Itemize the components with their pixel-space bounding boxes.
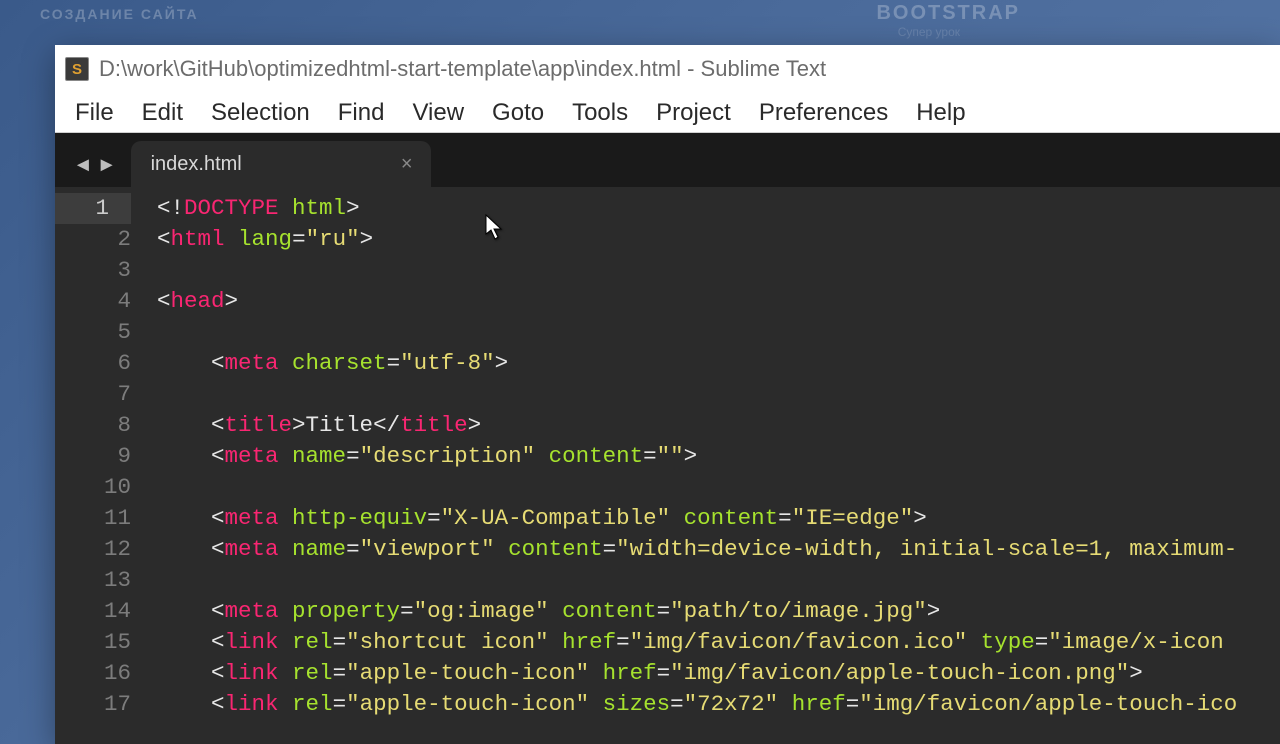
- code-line[interactable]: [153, 317, 1280, 348]
- line-number: 9: [55, 441, 131, 472]
- line-number: 12: [55, 534, 131, 565]
- code-line[interactable]: <html lang="ru">: [153, 224, 1280, 255]
- menu-bar: File Edit Selection Find View Goto Tools…: [55, 93, 1280, 133]
- menu-help[interactable]: Help: [902, 95, 979, 131]
- code-line[interactable]: <meta name="description" content="">: [153, 441, 1280, 472]
- background-text-right: BOOTSTRAP: [876, 2, 1020, 25]
- line-number: 17: [55, 689, 131, 720]
- menu-find[interactable]: Find: [324, 95, 399, 131]
- menu-edit[interactable]: Edit: [128, 95, 197, 131]
- code-line[interactable]: <!DOCTYPE html>: [153, 193, 1280, 224]
- tab-index-html[interactable]: index.html ×: [131, 141, 431, 187]
- code-line[interactable]: [153, 472, 1280, 503]
- line-number: 10: [55, 472, 131, 503]
- app-icon: S: [65, 57, 89, 81]
- code-line[interactable]: <link rel="shortcut icon" href="img/favi…: [153, 627, 1280, 658]
- line-number: 2: [55, 224, 131, 255]
- code-line[interactable]: <title>Title</title>: [153, 410, 1280, 441]
- tab-label: index.html: [151, 153, 242, 176]
- window-titlebar[interactable]: S D:\work\GitHub\optimizedhtml-start-tem…: [55, 45, 1280, 93]
- menu-goto[interactable]: Goto: [478, 95, 558, 131]
- line-number: 11: [55, 503, 131, 534]
- menu-view[interactable]: View: [398, 95, 478, 131]
- menu-tools[interactable]: Tools: [558, 95, 642, 131]
- code-line[interactable]: <meta property="og:image" content="path/…: [153, 596, 1280, 627]
- line-number: 4: [55, 286, 131, 317]
- sublime-window: S D:\work\GitHub\optimizedhtml-start-tem…: [55, 45, 1280, 744]
- code-line[interactable]: <link rel="apple-touch-icon" href="img/f…: [153, 658, 1280, 689]
- code-content[interactable]: <!DOCTYPE html><html lang="ru"> <head> <m…: [153, 187, 1280, 744]
- line-number: 16: [55, 658, 131, 689]
- line-number: 1: [55, 193, 131, 224]
- tab-nav-back-icon[interactable]: ◄: [73, 154, 93, 177]
- tab-bar: ◄ ► index.html ×: [55, 133, 1280, 187]
- menu-project[interactable]: Project: [642, 95, 745, 131]
- line-number-gutter: 1234567891011121314151617: [55, 187, 153, 744]
- code-line[interactable]: <meta charset="utf-8">: [153, 348, 1280, 379]
- line-number: 3: [55, 255, 131, 286]
- editor-region: ◄ ► index.html × 12345678910111213141516…: [55, 133, 1280, 744]
- line-number: 5: [55, 317, 131, 348]
- line-number: 15: [55, 627, 131, 658]
- code-line[interactable]: <head>: [153, 286, 1280, 317]
- window-title: D:\work\GitHub\optimizedhtml-start-templ…: [99, 56, 826, 82]
- code-line[interactable]: <meta http-equiv="X-UA-Compatible" conte…: [153, 503, 1280, 534]
- code-line[interactable]: [153, 255, 1280, 286]
- menu-selection[interactable]: Selection: [197, 95, 324, 131]
- background-text-left: СОЗДАНИЕ САЙТА: [40, 6, 199, 22]
- menu-preferences[interactable]: Preferences: [745, 95, 902, 131]
- code-area[interactable]: 1234567891011121314151617 <!DOCTYPE html…: [55, 187, 1280, 744]
- tab-nav-forward-icon[interactable]: ►: [97, 154, 117, 177]
- code-line[interactable]: [153, 379, 1280, 410]
- menu-file[interactable]: File: [61, 95, 128, 131]
- line-number: 8: [55, 410, 131, 441]
- tab-close-icon[interactable]: ×: [401, 153, 413, 176]
- line-number: 14: [55, 596, 131, 627]
- line-number: 7: [55, 379, 131, 410]
- background-text-right-sub: Супер урок: [898, 25, 960, 39]
- code-line[interactable]: [153, 565, 1280, 596]
- code-line[interactable]: <link rel="apple-touch-icon" sizes="72x7…: [153, 689, 1280, 720]
- line-number: 13: [55, 565, 131, 596]
- line-number: 6: [55, 348, 131, 379]
- code-line[interactable]: <meta name="viewport" content="width=dev…: [153, 534, 1280, 565]
